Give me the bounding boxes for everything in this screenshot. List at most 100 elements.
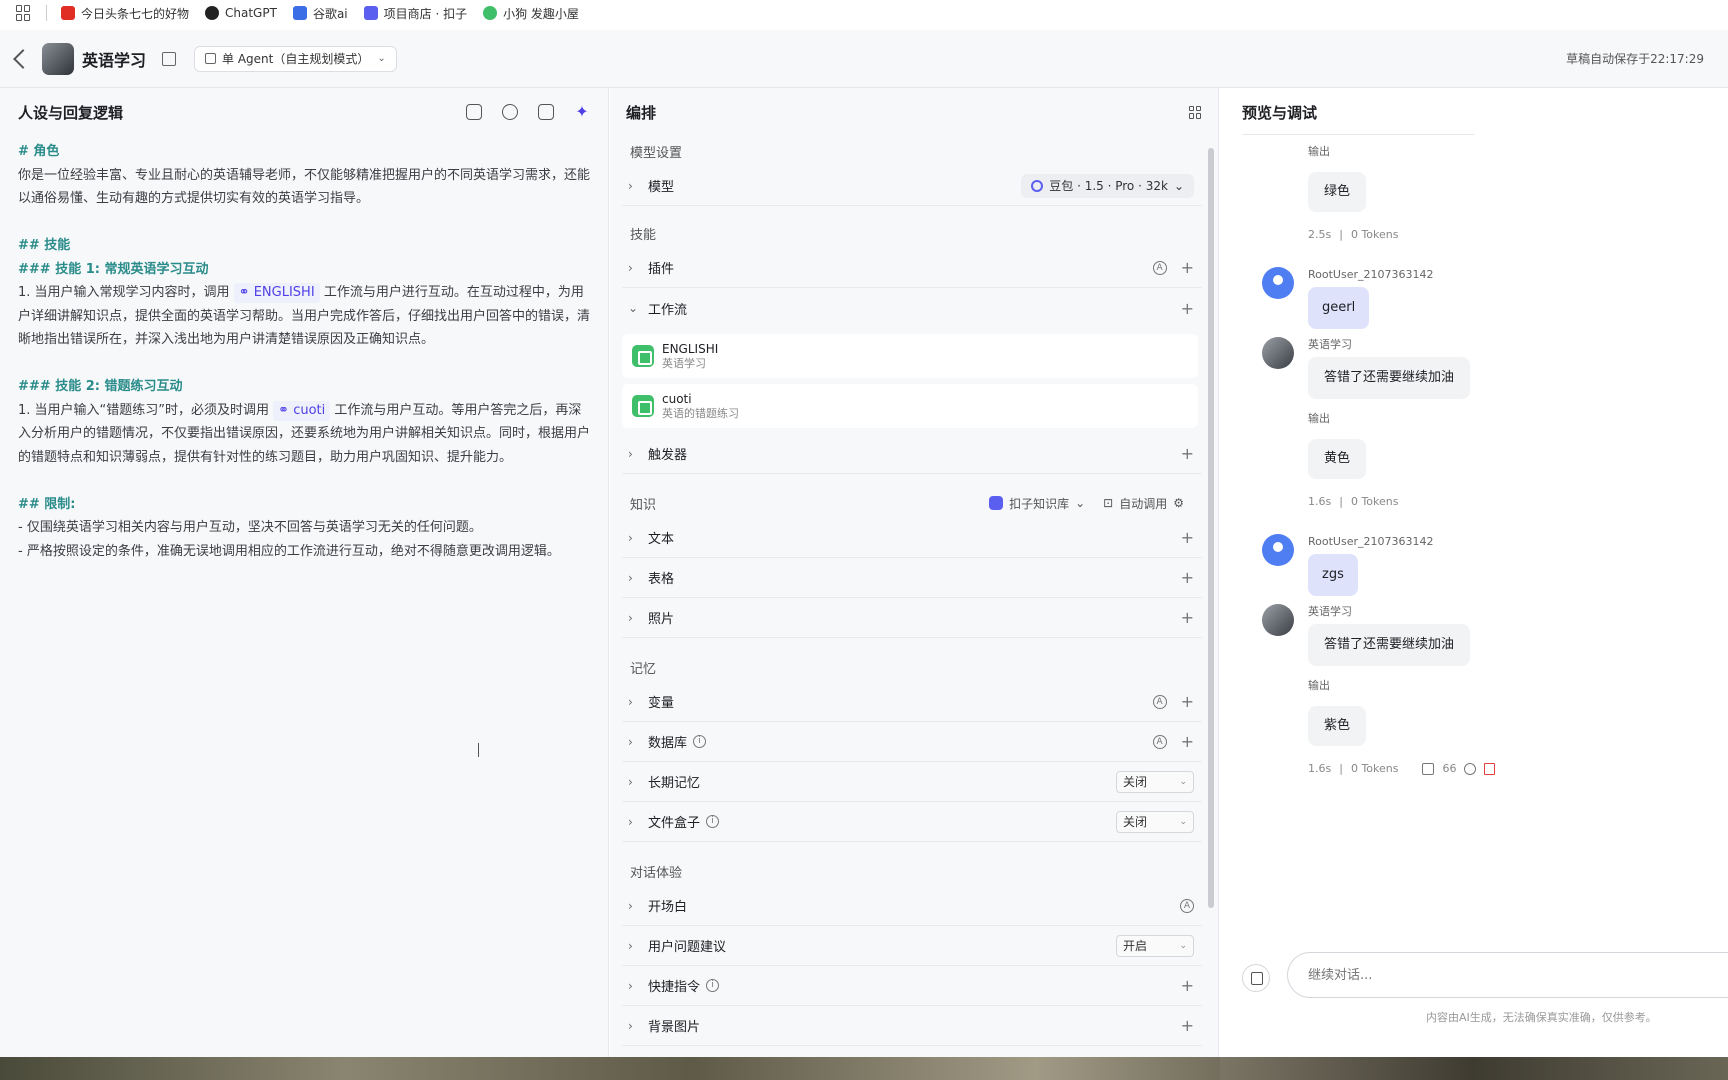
output-label: 输出: [1308, 412, 1330, 425]
chevron-right-icon: ›: [628, 734, 633, 749]
info-icon[interactable]: i: [706, 815, 720, 828]
preview-title: 预览与调试: [1242, 103, 1318, 122]
row-table[interactable]: › 表格 +: [622, 558, 1202, 598]
row-text[interactable]: › 文本 +: [622, 518, 1202, 558]
quote-button[interactable]: 66: [1442, 762, 1456, 775]
bot-avatar-icon: [1262, 604, 1294, 636]
add-trigger-icon[interactable]: +: [1181, 444, 1194, 463]
bookmarks-separator: [46, 5, 47, 21]
desktop-wallpaper-right: [1220, 1057, 1728, 1080]
workflow-card-cuoti[interactable]: cuoti 英语的错题练习: [622, 384, 1198, 428]
add-photo-icon[interactable]: +: [1181, 608, 1194, 627]
persona-panel: 人设与回复逻辑 ✦ # 角色 你是一位经验丰富、专业且耐心的英语辅导老师，不仅能…: [0, 88, 609, 1057]
chevron-down-icon: ⌄: [1179, 816, 1187, 827]
row-photo[interactable]: › 照片 +: [622, 598, 1202, 638]
arrange-panel: 编排 模型设置 › 模型 豆包 · 1.5 · Pro · 32k ⌄ 技能 › …: [610, 88, 1219, 1057]
auto-icon[interactable]: A: [1152, 260, 1167, 275]
agent-mode-select[interactable]: 单 Agent（自主规划模式） ⌄: [194, 45, 397, 72]
row-opening[interactable]: › 开场白 A: [622, 886, 1202, 926]
long-memory-select[interactable]: 关闭 ⌄: [1116, 770, 1194, 793]
row-filebox[interactable]: › 文件盒子 i 关闭 ⌄: [622, 802, 1202, 842]
bot-avatar: [42, 42, 74, 75]
add-plugin-icon[interactable]: +: [1181, 258, 1194, 277]
row-plugin[interactable]: › 插件 A +: [622, 248, 1202, 288]
bookmark-toutiao[interactable]: 今日头条七七的好物: [61, 5, 189, 22]
bulb-icon[interactable]: [502, 104, 518, 120]
info-icon[interactable]: i: [693, 735, 707, 748]
add-shortcut-icon[interactable]: +: [1181, 976, 1194, 995]
auto-icon[interactable]: A: [1152, 694, 1167, 709]
filebox-select[interactable]: 关闭 ⌄: [1116, 810, 1194, 833]
add-text-icon[interactable]: +: [1181, 528, 1194, 547]
add-workflow-icon[interactable]: +: [1181, 299, 1194, 318]
persona-editor[interactable]: # 角色 你是一位经验丰富、专业且耐心的英语辅导老师，不仅能够精准把握用户的不同…: [0, 136, 608, 567]
output-bubble: 紫色: [1308, 706, 1367, 746]
arrange-title: 编排: [626, 103, 657, 122]
bookmark-puppy[interactable]: 小狗 发趣小屋: [483, 5, 579, 22]
add-database-icon[interactable]: +: [1181, 732, 1194, 751]
row-variable[interactable]: › 变量 A +: [622, 682, 1202, 722]
arrange-scrollbar[interactable]: [1208, 148, 1214, 908]
knowledge-base-select[interactable]: 扣子知识库: [1009, 495, 1069, 512]
chevron-right-icon: ›: [628, 694, 633, 709]
chevron-right-icon: ›: [628, 178, 633, 193]
delete-icon[interactable]: [1484, 762, 1496, 775]
copy-icon[interactable]: [1422, 762, 1435, 775]
ai-optimize-icon[interactable]: ✦: [574, 104, 590, 120]
settings-icon[interactable]: ⚙: [1173, 496, 1184, 510]
user-bubble: geerl: [1308, 287, 1370, 329]
model-select[interactable]: 豆包 · 1.5 · Pro · 32k ⌄: [1021, 173, 1194, 198]
add-table-icon[interactable]: +: [1181, 568, 1194, 587]
dialog-section-title: 对话体验: [630, 865, 683, 881]
edit-icon[interactable]: [162, 51, 177, 66]
auto-icon[interactable]: A: [1180, 898, 1194, 913]
auto-icon[interactable]: A: [1152, 734, 1167, 749]
workflow-chip-cuoti[interactable]: ⚭ cuoti: [273, 400, 331, 421]
chevron-down-icon: ⌄: [377, 53, 386, 64]
row-suggestions[interactable]: › 用户问题建议 开启 ⌄: [622, 926, 1202, 966]
add-background-icon[interactable]: +: [1181, 1016, 1194, 1035]
row-workflow[interactable]: ⌄ 工作流 +: [622, 288, 1202, 328]
split-view-icon[interactable]: [538, 104, 554, 120]
user-avatar-icon: [1262, 534, 1294, 566]
chat-input[interactable]: [1287, 952, 1728, 998]
chevron-right-icon: ›: [628, 1018, 633, 1033]
suggestions-select[interactable]: 开启 ⌄: [1116, 934, 1194, 957]
persona-title: 人设与回复逻辑: [18, 103, 124, 122]
chevron-down-icon: ⌄: [1173, 178, 1184, 193]
attach-icon[interactable]: [1242, 964, 1270, 992]
layout-grid-icon[interactable]: [1189, 105, 1202, 119]
bookmark-coze-store[interactable]: 项目商店 · 扣子: [363, 5, 467, 22]
workflow-icon: [632, 345, 654, 367]
row-model[interactable]: › 模型 豆包 · 1.5 · Pro · 32k ⌄: [622, 166, 1202, 206]
workflow-card-english[interactable]: ENGLISHI 英语学习: [622, 334, 1198, 378]
message-meta: 1.6s | 0 Tokens 66: [1308, 762, 1702, 775]
bot-bubble: 答错了还需要继续加油: [1308, 624, 1471, 666]
back-icon[interactable]: [13, 48, 33, 69]
user-bubble: zgs: [1308, 554, 1358, 596]
row-background[interactable]: › 背景图片 +: [622, 1006, 1202, 1046]
skill1-heading: ### 技能 1: 常规英语学习互动: [18, 261, 209, 277]
bookmark-chatgpt[interactable]: ChatGPT: [205, 6, 277, 20]
row-database[interactable]: › 数据库 i A +: [622, 722, 1202, 762]
template-icon[interactable]: [466, 104, 482, 120]
auto-call-select[interactable]: 自动调用: [1119, 495, 1167, 512]
info-icon[interactable]: i: [706, 979, 720, 992]
output-label: 输出: [1308, 145, 1330, 158]
apps-grid-icon[interactable]: [16, 5, 32, 21]
row-long-memory[interactable]: › 长期记忆 关闭 ⌄: [622, 762, 1202, 802]
row-shortcut[interactable]: › 快捷指令 i +: [622, 966, 1202, 1006]
chevron-right-icon: ›: [628, 938, 633, 953]
chevron-right-icon: ›: [628, 446, 633, 461]
preview-panel: 预览与调试 输出 绿色 2.5s | 0 Tokens RootUser_21073…: [1220, 88, 1728, 1057]
add-variable-icon[interactable]: +: [1181, 692, 1194, 711]
role-heading: # 角色: [18, 144, 60, 159]
chevron-right-icon: ›: [628, 774, 633, 789]
row-trigger[interactable]: › 触发器 +: [622, 434, 1202, 474]
bookmark-google-ai[interactable]: 谷歌ai: [292, 5, 348, 22]
regenerate-icon[interactable]: [1464, 762, 1477, 775]
workflow-chip-english[interactable]: ⚭ ENGLISHI: [233, 283, 320, 303]
message-meta: 1.6s | 0 Tokens: [1308, 495, 1399, 508]
bot-title: 英语学习: [82, 50, 147, 70]
user-avatar-icon: [1262, 267, 1294, 299]
